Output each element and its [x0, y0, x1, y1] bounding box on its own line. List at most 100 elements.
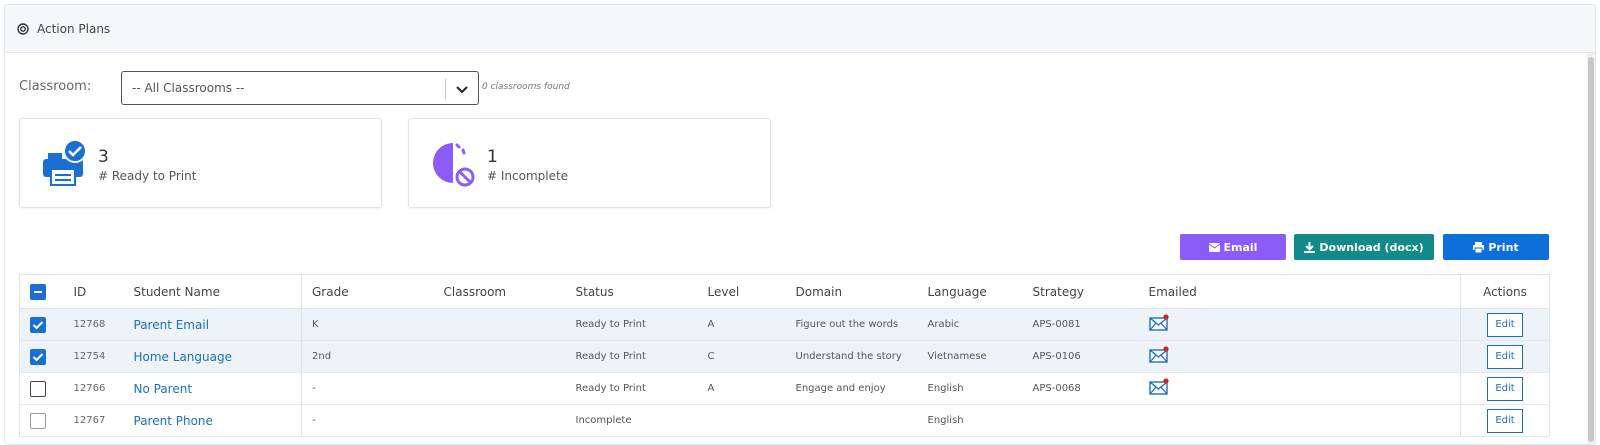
cell-classroom: [433, 340, 566, 373]
chevron-down-icon[interactable]: [454, 81, 470, 97]
select-separator: [445, 79, 446, 99]
emailed-envelope-icon[interactable]: [1148, 346, 1169, 367]
col-id[interactable]: ID: [63, 274, 124, 309]
table-row: 12767 Parent Phone - Incomplete English Edit: [19, 404, 1550, 437]
cell-emailed: [1138, 308, 1461, 341]
classroom-select[interactable]: -- All Classrooms --: [121, 71, 479, 105]
cell-language: English: [917, 404, 1023, 437]
col-emailed[interactable]: Emailed: [1138, 274, 1461, 309]
incomplete-clock-icon: [433, 143, 475, 187]
student-name-link[interactable]: Parent Email: [123, 308, 302, 341]
classroom-select-value: -- All Classrooms --: [132, 81, 245, 95]
col-domain[interactable]: Domain: [785, 274, 918, 309]
vertical-scrollbar[interactable]: [1587, 53, 1595, 444]
cell-level: [697, 404, 786, 437]
cell-level: A: [697, 372, 786, 405]
cell-level: A: [697, 308, 786, 341]
cell-domain: Understand the story: [785, 340, 918, 373]
ready-to-print-label: # Ready to Print: [98, 169, 197, 183]
page-title: Action Plans: [37, 21, 111, 36]
row-checkbox[interactable]: [30, 412, 46, 429]
cell-id: 12766: [63, 372, 124, 405]
cell-domain: Figure out the words: [785, 308, 918, 341]
cell-language: Arabic: [917, 308, 1023, 341]
cell-language: English: [917, 372, 1023, 405]
ready-to-print-count: 3: [98, 147, 109, 167]
scrollbar-thumb[interactable]: [1588, 57, 1594, 442]
row-checkbox-cell: [19, 340, 64, 373]
cell-actions: Edit: [1460, 404, 1550, 437]
cell-id: 12767: [63, 404, 124, 437]
incomplete-label: # Incomplete: [487, 169, 569, 183]
cell-classroom: [433, 308, 566, 341]
panel-header: Action Plans: [5, 5, 1595, 53]
ready-to-print-card: 3 # Ready to Print: [19, 118, 382, 208]
edit-button[interactable]: Edit: [1487, 344, 1523, 369]
cell-status: Incomplete: [565, 404, 698, 437]
col-level[interactable]: Level: [697, 274, 786, 309]
row-checkbox[interactable]: [30, 316, 46, 333]
email-button-label: Email: [1223, 240, 1258, 254]
envelope-icon: [1208, 242, 1220, 252]
classroom-label: Classroom:: [19, 79, 92, 94]
table-row: 12766 No Parent - Ready to Print A Engage and…: [19, 372, 1550, 405]
row-checkbox[interactable]: [30, 348, 46, 365]
cell-id: 12768: [63, 308, 124, 341]
cell-actions: Edit: [1460, 308, 1550, 341]
col-language[interactable]: Language: [917, 274, 1023, 309]
printer-check-icon: [43, 139, 87, 186]
cell-actions: Edit: [1460, 372, 1550, 405]
row-checkbox[interactable]: [30, 380, 46, 397]
cell-id: 12754: [63, 340, 124, 373]
printer-icon: [1473, 241, 1485, 253]
student-name-link[interactable]: No Parent: [123, 372, 302, 405]
print-button-label: Print: [1488, 240, 1519, 254]
select-all-checkbox[interactable]: [30, 283, 46, 300]
col-grade[interactable]: Grade: [301, 274, 434, 309]
col-strategy[interactable]: Strategy: [1022, 274, 1139, 309]
cell-domain: [785, 404, 918, 437]
cell-strategy: APS-0081: [1022, 308, 1139, 341]
student-name-link[interactable]: Parent Phone: [123, 404, 302, 437]
incomplete-card: 1 # Incomplete: [408, 118, 771, 208]
cell-actions: Edit: [1460, 340, 1550, 373]
row-checkbox-cell: [19, 308, 64, 341]
classrooms-found-text: 0 classrooms found: [482, 82, 570, 92]
target-icon: [17, 22, 29, 35]
row-checkbox-cell: [19, 372, 64, 405]
cell-grade: -: [301, 404, 434, 437]
row-checkbox-cell: [19, 404, 64, 437]
download-button-label: Download (docx): [1319, 240, 1424, 254]
print-button[interactable]: Print: [1443, 234, 1549, 260]
download-icon: [1304, 241, 1316, 253]
cell-domain: Engage and enjoy: [785, 372, 918, 405]
incomplete-count: 1: [487, 147, 498, 167]
table-row: 12754 Home Language 2nd Ready to Print C Unde…: [19, 340, 1550, 373]
table-header-row: ID Student Name Grade Classroom Status L…: [19, 274, 1550, 309]
cell-classroom: [433, 372, 566, 405]
col-status[interactable]: Status: [565, 274, 698, 309]
cell-status: Ready to Print: [565, 340, 698, 373]
select-all-cell: [19, 274, 64, 309]
edit-button[interactable]: Edit: [1487, 408, 1523, 433]
emailed-envelope-icon[interactable]: [1148, 314, 1169, 335]
cell-emailed: [1138, 372, 1461, 405]
cell-status: Ready to Print: [565, 308, 698, 341]
cell-status: Ready to Print: [565, 372, 698, 405]
cell-strategy: APS-0106: [1022, 340, 1139, 373]
col-actions: Actions: [1460, 274, 1550, 309]
download-docx-button[interactable]: Download (docx): [1294, 234, 1434, 260]
action-plans-panel: Action Plans Classroom: -- All Classroom…: [4, 4, 1596, 445]
student-name-link[interactable]: Home Language: [123, 340, 302, 373]
cell-grade: 2nd: [301, 340, 434, 373]
col-student-name[interactable]: Student Name: [123, 274, 302, 309]
edit-button[interactable]: Edit: [1487, 312, 1523, 337]
col-classroom[interactable]: Classroom: [433, 274, 566, 309]
cell-emailed: [1138, 340, 1461, 373]
table-row: 12768 Parent Email K Ready to Print A Figure …: [19, 308, 1550, 341]
emailed-envelope-icon[interactable]: [1148, 378, 1169, 399]
cell-language: Vietnamese: [917, 340, 1023, 373]
cell-strategy: [1022, 404, 1139, 437]
email-button[interactable]: Email: [1180, 234, 1286, 260]
edit-button[interactable]: Edit: [1487, 376, 1523, 401]
